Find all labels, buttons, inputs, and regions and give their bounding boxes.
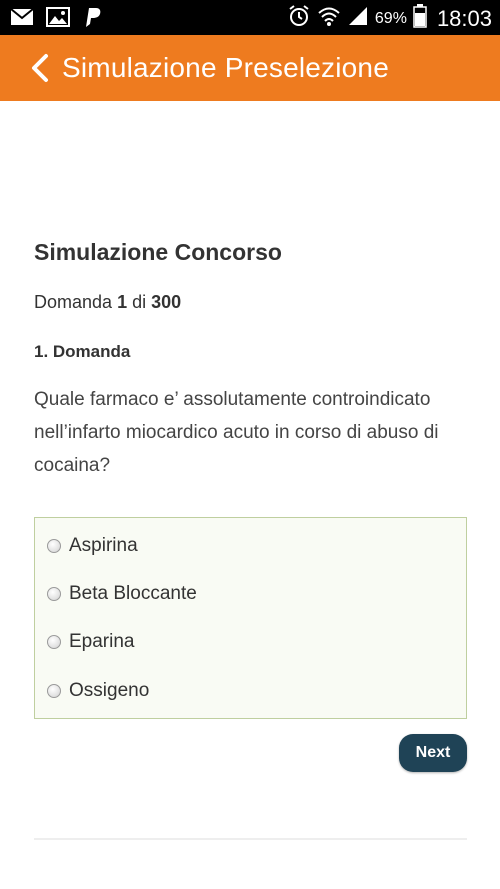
question-heading: 1. Domanda — [34, 342, 131, 361]
status-bar: 69% 18:03 — [0, 0, 500, 35]
back-button[interactable] — [18, 46, 62, 90]
divider — [34, 838, 467, 840]
question-counter: Domanda 1 di 300 — [34, 292, 181, 313]
chevron-left-icon — [32, 54, 48, 82]
alarm-icon — [287, 4, 311, 33]
radio-button[interactable] — [47, 587, 61, 601]
answer-option-label: Beta Bloccante — [69, 583, 197, 604]
answer-option-label: Aspirina — [69, 535, 138, 556]
next-button[interactable]: Next — [399, 734, 467, 772]
answer-option-label: Eparina — [69, 631, 135, 652]
answer-options: Aspirina Beta Bloccante Eparina Ossigeno — [34, 517, 467, 719]
question-text: Quale farmaco e’ assolutamente controind… — [34, 389, 439, 476]
answer-option[interactable]: Beta Bloccante — [47, 579, 197, 609]
status-time: 18:03 — [436, 5, 492, 31]
quiz-title: Simulazione Concorso — [34, 239, 282, 265]
current-question-number: 1 — [117, 292, 128, 312]
action-bar: Simulazione Preselezione — [0, 35, 500, 101]
battery-percent: 69% — [374, 9, 407, 27]
radio-button[interactable] — [47, 539, 61, 553]
page-title: Simulazione Preselezione — [62, 52, 389, 83]
counter-prefix: Domanda — [34, 292, 113, 312]
radio-button[interactable] — [47, 635, 61, 649]
counter-separator: di — [132, 292, 147, 312]
answer-option[interactable]: Eparina — [47, 627, 135, 657]
answer-option[interactable]: Ossigeno — [47, 676, 149, 706]
mail-icon — [10, 8, 34, 31]
signal-icon — [347, 5, 369, 32]
answer-option-label: Ossigeno — [69, 680, 150, 701]
status-bar-notifications — [10, 6, 102, 33]
total-questions: 300 — [151, 292, 182, 312]
radio-button[interactable] — [47, 684, 61, 698]
image-icon — [46, 7, 70, 32]
wifi-icon — [317, 5, 341, 32]
battery-icon — [413, 4, 427, 33]
answer-option[interactable]: Aspirina — [47, 531, 138, 561]
paypal-icon — [82, 6, 102, 33]
status-bar-system: 69% 18:03 — [287, 4, 492, 33]
